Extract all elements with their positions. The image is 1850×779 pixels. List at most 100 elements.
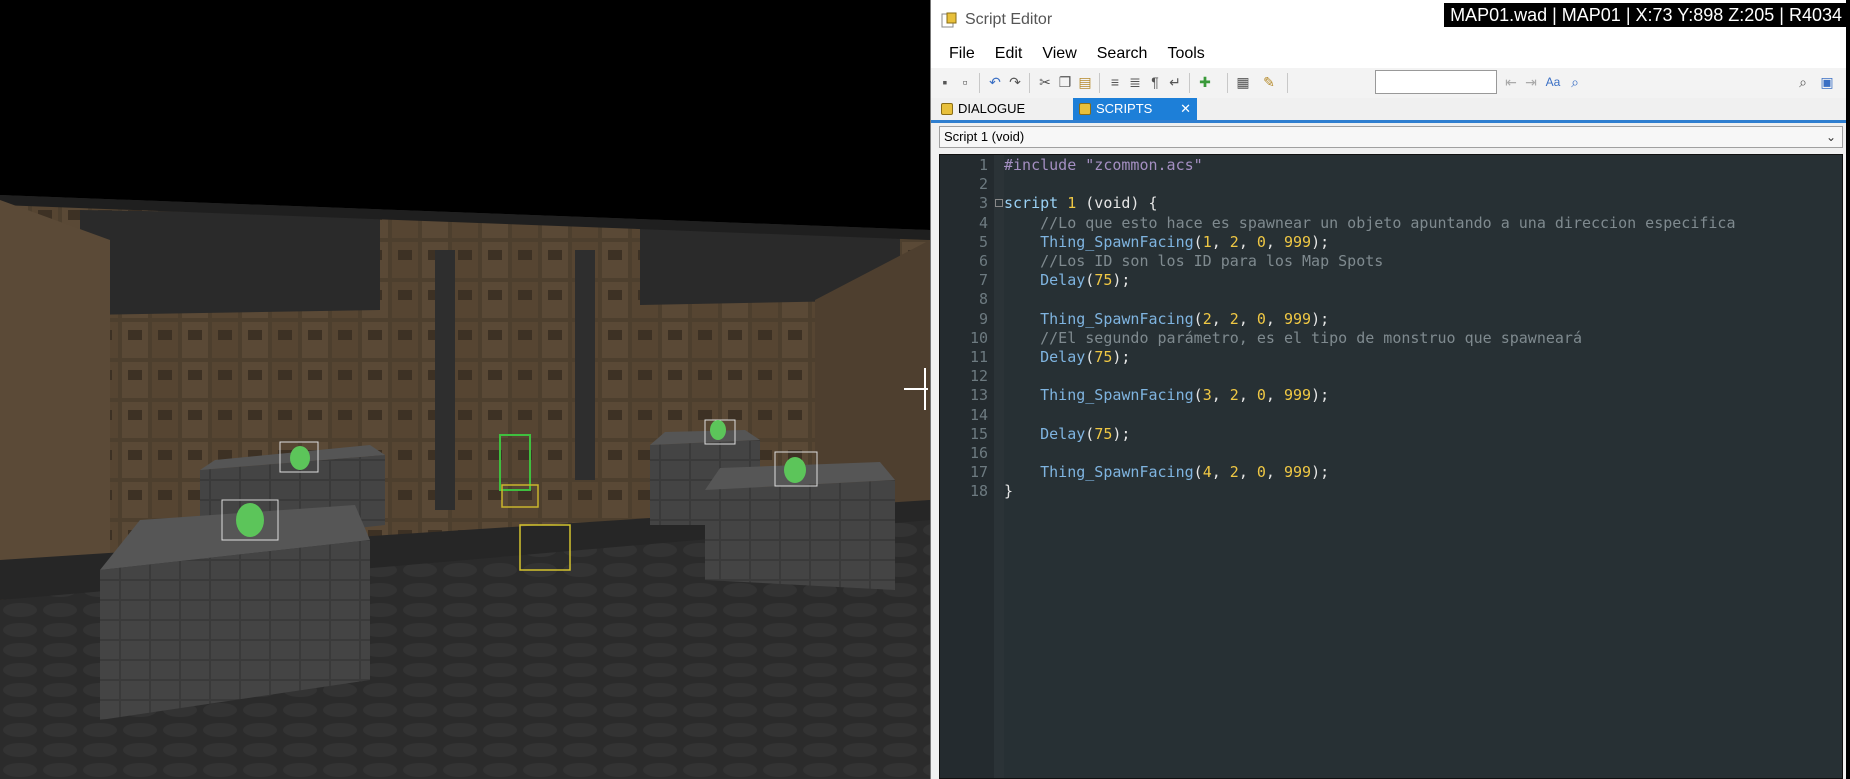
code-token: ( [1193, 386, 1203, 405]
code-token: ( [1085, 348, 1095, 366]
cut-icon[interactable]: ✂ [1037, 74, 1053, 90]
line-number: 10 [969, 328, 988, 347]
line-number: 3 [978, 194, 988, 213]
code-editor[interactable]: 1 #include "zcommon.acs" 2 3 script 1 (void)… [939, 154, 1843, 779]
close-icon[interactable]: ✕ [1180, 98, 1191, 120]
line-number: 11 [969, 348, 988, 366]
code-text: Delay(75); [1004, 348, 1130, 367]
code-token: 0 [1256, 232, 1266, 251]
toolbar-separator [1189, 73, 1190, 93]
code-token: ( [1193, 232, 1203, 251]
search-icon[interactable]: ⌕ [1795, 74, 1811, 90]
script-select[interactable]: Script 1 (void) ⌄ [939, 126, 1843, 148]
dialogue-icon [941, 103, 953, 115]
menu-tools[interactable]: Tools [1157, 40, 1214, 68]
code-token: ( [1193, 463, 1203, 482]
save-icon[interactable]: ▪ [937, 74, 953, 90]
menu-search[interactable]: Search [1087, 40, 1158, 68]
save-all-icon[interactable]: ▫ [957, 74, 973, 90]
code-token: 999 [1283, 386, 1312, 405]
find-previous-icon[interactable]: ⇤ [1503, 74, 1519, 90]
find-next-icon[interactable]: ⇥ [1523, 74, 1539, 90]
line-number: 1 [978, 156, 988, 174]
code-token: 2 [1229, 309, 1239, 328]
code-token: 999 [1283, 232, 1312, 251]
line-number: 13 [969, 386, 988, 405]
code-token: Delay [1004, 271, 1086, 290]
menu-edit[interactable]: Edit [985, 40, 1033, 68]
menu-view[interactable]: View [1032, 40, 1086, 68]
code-token: ( [1193, 309, 1203, 328]
code-token: Thing_SpawnFacing [1004, 232, 1194, 251]
code-token: Thing_SpawnFacing [1004, 386, 1194, 405]
code-token: 75 [1094, 271, 1113, 290]
menu-bar: File Edit View Search Tools [931, 40, 1846, 68]
code-token: ); [1112, 271, 1131, 290]
unindent-icon[interactable]: ≣ [1127, 74, 1143, 90]
paragraph-icon[interactable]: ¶ [1147, 74, 1163, 90]
code-token: ); [1311, 309, 1330, 328]
toolbar-separator [1287, 73, 1288, 93]
help-icon[interactable]: ▣ [1819, 74, 1835, 90]
code-token: ); [1311, 463, 1330, 482]
code-token: ); [1311, 232, 1330, 251]
code-text: script 1 (void) { [1004, 194, 1158, 213]
code-token: Delay [1004, 348, 1086, 366]
chevron-down-icon: ⌄ [1825, 130, 1836, 144]
3d-viewport[interactable] [0, 0, 930, 779]
compile-icon[interactable]: ✎ [1261, 74, 1277, 90]
plugin-icon[interactable]: ✚ [1197, 74, 1213, 90]
script-editor-window: Script Editor File Edit View Search Tools ▪ … [930, 0, 1846, 779]
code-token: ); [1112, 348, 1131, 366]
line-number: 2 [978, 175, 988, 194]
wrap-icon[interactable]: ↵ [1167, 74, 1183, 90]
code-token: (void) { [1076, 194, 1158, 213]
code-token: ); [1112, 424, 1131, 443]
tab-bar: DIALOGUE SCRIPTS ✕ [931, 98, 1846, 123]
replace-icon[interactable]: ⌕ [1567, 74, 1583, 90]
code-token: #include "zcommon.acs" [1004, 156, 1203, 174]
toolbar-separator [1029, 73, 1030, 93]
code-text: //Lo que esto hace es spawnear un objeto… [1004, 214, 1735, 233]
indent-icon[interactable]: ≡ [1107, 74, 1123, 90]
code-token: 2 [1202, 309, 1212, 328]
code-text: //El segundo parámetro, es el tipo de mo… [1004, 329, 1582, 348]
code-text: Thing_SpawnFacing(2, 2, 0, 999); [1004, 310, 1329, 329]
match-case-icon[interactable]: Aa [1545, 74, 1561, 90]
code-text: //Los ID son los ID para los Map Spots [1004, 252, 1383, 271]
line-number: 17 [969, 463, 988, 482]
code-token: , [1238, 309, 1257, 328]
tab-scripts[interactable]: SCRIPTS ✕ [1073, 98, 1197, 120]
snippet-icon[interactable]: ▦ [1235, 74, 1251, 90]
code-text: } [1004, 482, 1013, 501]
tab-scripts-label: SCRIPTS [1096, 101, 1153, 116]
toolbar: ▪ ▫ ↶ ↷ ✂ ❐ ▤ ≡ ≣ ¶ ↵ ✚ ▦ ✎ ⇤ ⇥ Aa ⌕ ⌕ ▣ [931, 68, 1846, 98]
paste-icon[interactable]: ▤ [1077, 74, 1093, 90]
crosshair-cursor [904, 368, 930, 410]
fold-margin [994, 155, 1004, 778]
code-token: , [1238, 386, 1257, 405]
line-number: 15 [969, 424, 988, 443]
code-token: 4 [1202, 463, 1212, 482]
code-token: //Los ID son los ID para los Map Spots [1004, 252, 1384, 270]
code-token: 2 [1229, 232, 1239, 251]
search-input[interactable] [1375, 70, 1497, 94]
fold-toggle-icon[interactable] [995, 199, 1003, 208]
code-token: , [1211, 386, 1230, 405]
code-token: , [1265, 232, 1284, 251]
line-number: 6 [978, 252, 988, 270]
toolbar-separator [979, 73, 980, 93]
undo-icon[interactable]: ↶ [987, 74, 1003, 90]
code-token: , [1238, 232, 1257, 251]
copy-icon[interactable]: ❐ [1057, 74, 1073, 90]
code-token: 999 [1283, 309, 1312, 328]
status-overlay: MAP01.wad | MAP01 | X:73 Y:898 Z:205 | R… [1444, 3, 1848, 27]
script-select-value: Script 1 (void) [944, 129, 1025, 144]
code-text: Thing_SpawnFacing(3, 2, 0, 999); [1004, 386, 1329, 405]
menu-file[interactable]: File [939, 40, 985, 68]
redo-icon[interactable]: ↷ [1007, 74, 1023, 90]
code-token: 2 [1229, 463, 1239, 482]
code-token: , [1211, 232, 1230, 251]
code-token: ( [1085, 271, 1095, 290]
tab-dialogue[interactable]: DIALOGUE [935, 98, 1069, 120]
